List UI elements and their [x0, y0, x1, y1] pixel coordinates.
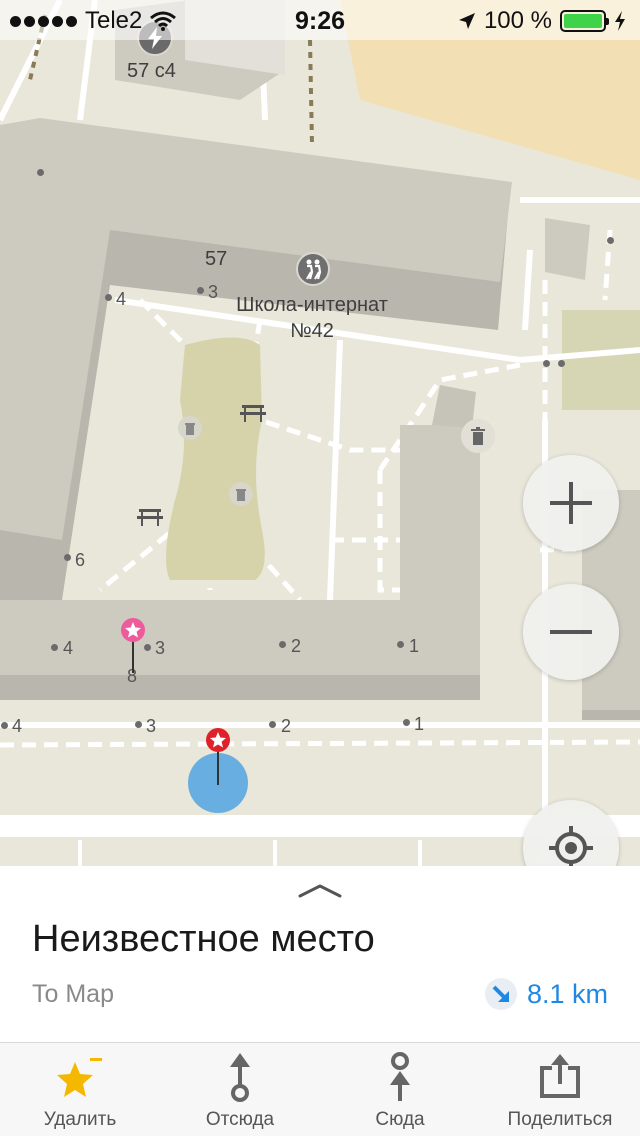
share-icon — [540, 1054, 580, 1098]
zoom-in-button[interactable] — [523, 455, 619, 551]
share-button[interactable]: Поделиться — [480, 1043, 640, 1136]
trash-icon — [178, 416, 202, 440]
battery-percent: 100 % — [483, 7, 552, 34]
trash-icon — [229, 482, 253, 506]
plus-icon — [550, 482, 592, 524]
house-number: 3 — [146, 716, 157, 736]
trash-icon — [461, 419, 495, 453]
building-label-57c4: 57 с4 — [127, 60, 176, 82]
minus-icon — [550, 630, 592, 634]
address-dot — [558, 360, 565, 367]
school-label[interactable]: Школа-интернат №42 — [222, 292, 402, 344]
house-number: 4 — [116, 289, 127, 309]
pink-star-pin-icon[interactable] — [119, 617, 147, 677]
status-bar: Tele2 9:26 100 % — [0, 0, 640, 40]
address-dot — [105, 294, 112, 301]
address-dot — [607, 237, 614, 244]
house-number: 3 — [155, 638, 166, 658]
toolbar-label: Поделиться — [507, 1109, 613, 1130]
house-number: 2 — [281, 716, 292, 736]
charging-bolt-icon — [615, 11, 625, 31]
house-number: 4 — [63, 638, 74, 658]
zoom-out-button[interactable] — [523, 584, 619, 680]
children-crossing-icon[interactable] — [296, 252, 330, 286]
bench-icon — [137, 506, 163, 531]
building-label-57: 57 — [205, 248, 228, 270]
map-view[interactable]: 57 с4 57 Школа-интернат №42 4 3 6 4 3 8 — [0, 0, 640, 866]
address-dot — [279, 641, 286, 648]
school-label-line2: №42 — [290, 320, 334, 342]
distance-value: 8.1 km — [526, 978, 608, 1009]
route-from-button[interactable]: Отсюда — [160, 1043, 320, 1136]
address-dot — [403, 719, 410, 726]
place-title: Неизвестное место — [32, 918, 375, 960]
battery-icon — [560, 10, 609, 32]
address-dot — [1, 722, 8, 729]
house-number: 4 — [12, 716, 23, 736]
house-number: 1 — [414, 714, 425, 734]
house-number: 3 — [208, 282, 219, 302]
place-panel: Неизвестное место To Map 8.1 km — [0, 866, 640, 1042]
address-dot — [269, 721, 276, 728]
address-dot — [135, 721, 142, 728]
expand-handle-chevron-up-icon[interactable] — [296, 880, 344, 900]
toolbar-label: Удалить — [43, 1109, 117, 1130]
address-dot — [51, 644, 58, 651]
school-label-line1: Школа-интернат — [236, 294, 388, 316]
delete-bookmark-button[interactable]: Удалить — [0, 1043, 160, 1136]
address-dot — [197, 287, 204, 294]
address-dot — [397, 641, 404, 648]
distance-indicator: 8.1 km — [484, 978, 608, 1010]
house-number: 6 — [75, 550, 86, 570]
place-subtitle: To Map — [32, 980, 114, 1008]
direction-arrow-icon — [484, 978, 517, 1010]
address-dot — [543, 360, 550, 367]
route-to-icon — [390, 1052, 410, 1101]
house-number: 1 — [409, 636, 420, 656]
toolbar-label: Сюда — [375, 1109, 425, 1130]
bench-icon — [240, 402, 266, 427]
star-remove-icon — [57, 1058, 102, 1097]
bottom-toolbar: Удалить Отсюда Сюда Поделиться — [0, 1042, 640, 1136]
address-dot — [37, 169, 44, 176]
red-star-pin-icon[interactable] — [204, 727, 232, 787]
address-dot — [64, 554, 71, 561]
toolbar-label: Отсюда — [205, 1109, 275, 1130]
route-to-button[interactable]: Сюда — [320, 1043, 480, 1136]
route-from-icon — [230, 1053, 250, 1102]
map-canvas[interactable] — [0, 0, 640, 866]
location-services-icon — [458, 13, 475, 29]
house-number: 2 — [291, 636, 302, 656]
my-location-icon — [549, 826, 593, 866]
